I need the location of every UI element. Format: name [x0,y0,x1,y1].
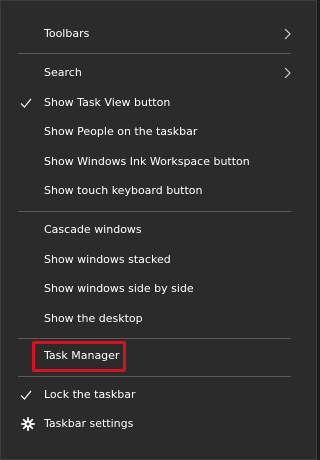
menu-item-show-windows-ink[interactable]: Show Windows Ink Workspace button [2,148,302,176]
menu-item-label: Taskbar settings [44,417,134,430]
menu-item-label: Show People on the taskbar [44,125,198,138]
menu-separator [18,211,291,212]
menu-item-show-windows-stacked[interactable]: Show windows stacked [2,246,302,274]
chevron-right-icon [284,28,291,40]
menu-item-label: Cascade windows [44,223,142,236]
menu-item-label: Show Task View button [44,96,171,109]
menu-item-label: Show windows stacked [44,253,171,266]
checkmark-icon [20,390,32,400]
menu-item-label: Lock the taskbar [44,388,136,401]
menu-item-show-touch-keyboard[interactable]: Show touch keyboard button [2,177,302,205]
menu-separator [18,376,291,377]
menu-item-search[interactable]: Search [2,59,302,87]
gear-icon [21,417,35,431]
menu-item-show-task-view-button[interactable]: Show Task View button [2,89,302,117]
menu-item-toolbars[interactable]: Toolbars [2,20,302,48]
chevron-right-icon [284,67,291,79]
menu-item-show-windows-side-by-side[interactable]: Show windows side by side [2,275,302,303]
menu-item-cascade-windows[interactable]: Cascade windows [2,216,302,244]
menu-item-show-people[interactable]: Show People on the taskbar [2,118,302,146]
menu-item-label: Show windows side by side [44,282,194,295]
menu-item-taskbar-settings[interactable]: Taskbar settings [2,410,302,438]
menu-item-label: Show Windows Ink Workspace button [44,155,250,168]
task-manager-highlight-box [32,341,126,372]
menu-item-lock-the-taskbar[interactable]: Lock the taskbar [2,381,302,409]
menu-separator [18,338,291,339]
menu-separator [18,53,291,54]
menu-item-label: Search [44,66,82,79]
menu-item-show-the-desktop[interactable]: Show the desktop [2,305,302,333]
menu-item-label: Show touch keyboard button [44,184,203,197]
checkmark-icon [20,98,32,108]
menu-item-label: Toolbars [44,27,90,40]
menu-item-label: Show the desktop [44,312,143,325]
taskbar-context-menu: Toolbars Search Show Task View button Sh… [0,0,317,460]
